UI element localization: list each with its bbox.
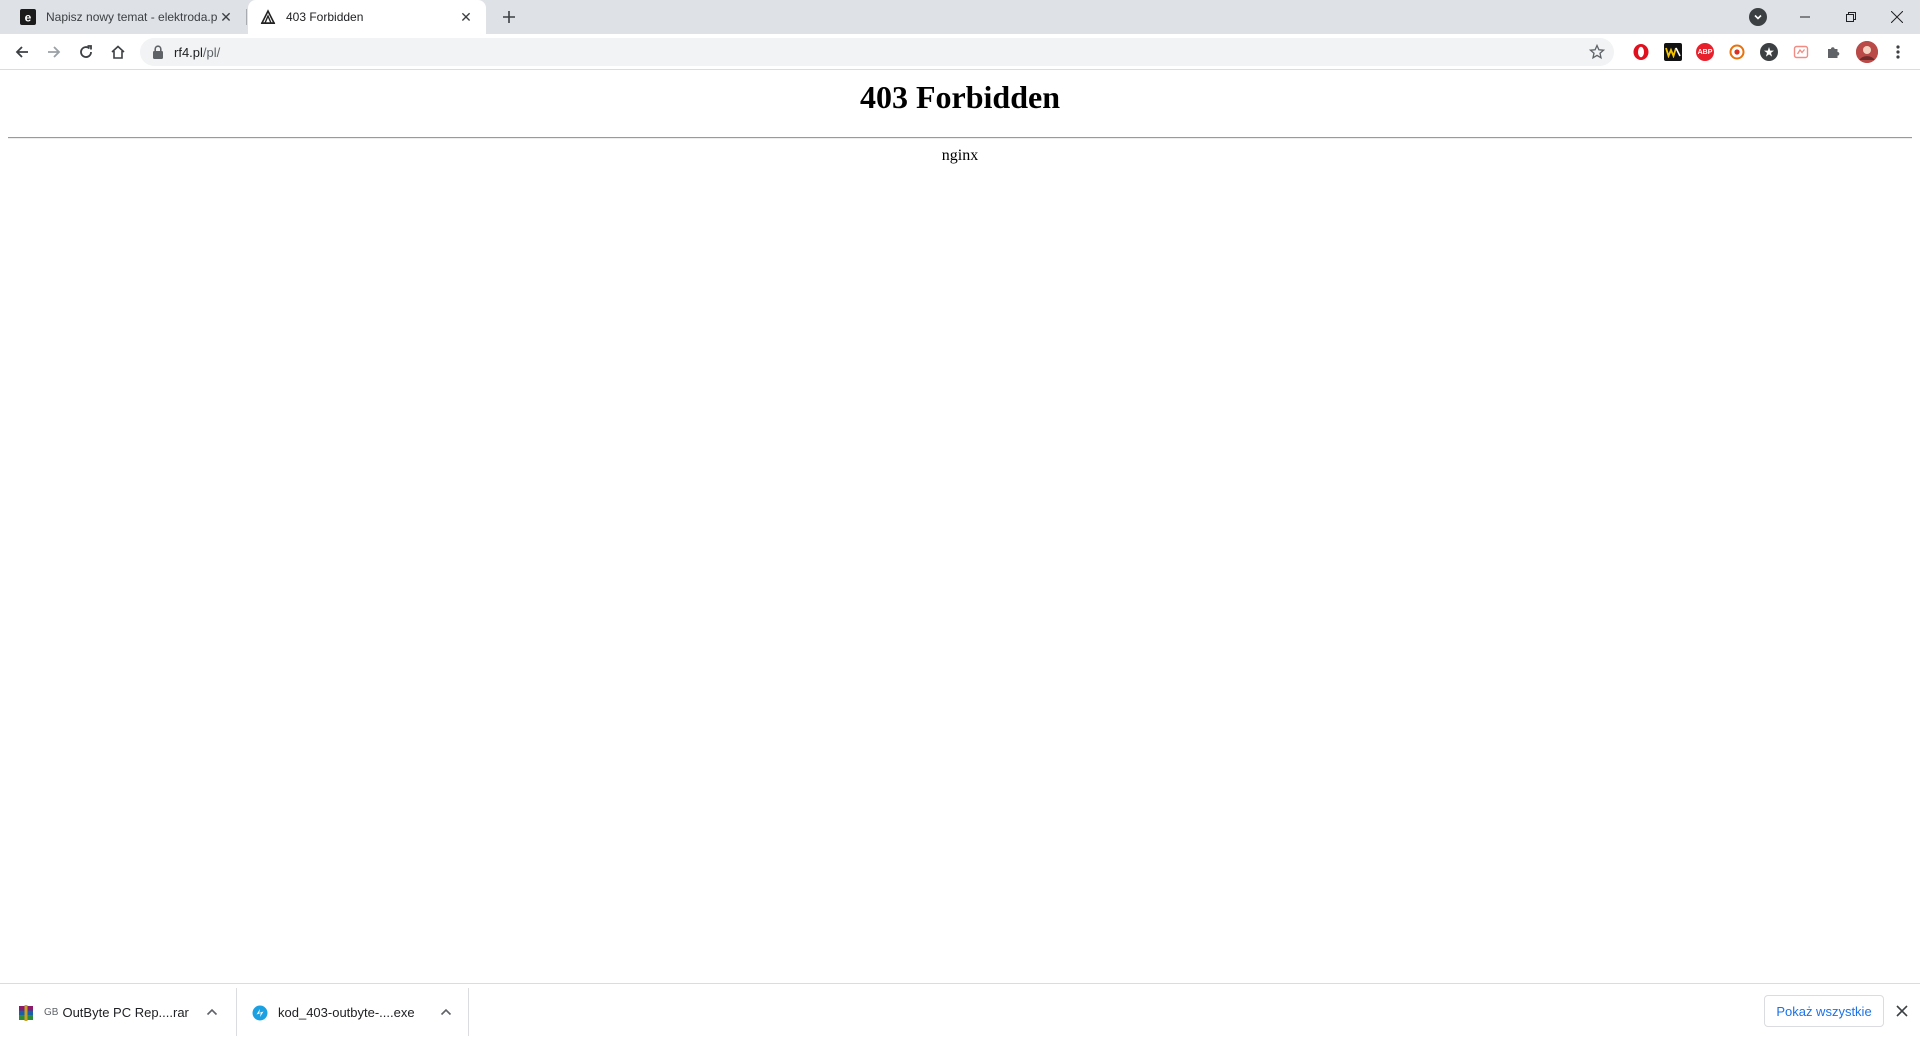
profile-avatar[interactable]: [1856, 41, 1878, 63]
tab-403-forbidden[interactable]: 403 Forbidden ✕: [248, 0, 486, 34]
tab-search-button[interactable]: [1749, 8, 1767, 26]
server-signature: nginx: [941, 147, 979, 164]
opera-icon[interactable]: [1632, 43, 1650, 61]
elektroda-favicon-icon: e: [20, 9, 36, 25]
close-shelf-button[interactable]: [1892, 1001, 1912, 1021]
back-button[interactable]: [8, 38, 36, 66]
reload-button[interactable]: [72, 38, 100, 66]
restore-icon: [1846, 12, 1856, 22]
download-filename: OutByte PC Rep....rar: [62, 1005, 189, 1020]
restore-button[interactable]: [1828, 0, 1874, 34]
url-domain: rf4.pl: [174, 44, 203, 60]
divider: [8, 137, 1912, 139]
chrome-menu-button[interactable]: [1884, 38, 1912, 66]
wykop-icon[interactable]: [1664, 43, 1682, 61]
tab-close-icon[interactable]: ✕: [218, 9, 234, 25]
tab-elektroda[interactable]: e Napisz nowy temat - elektroda.pl ✕: [8, 0, 246, 34]
chevron-up-icon[interactable]: [438, 1004, 454, 1020]
extension-icon-dark[interactable]: [1760, 43, 1778, 61]
download-separator: [468, 988, 469, 1036]
browser-toolbar: rf4.pl/pl/ ABP: [0, 34, 1920, 70]
url-path: /pl/: [202, 44, 221, 60]
address-bar[interactable]: rf4.pl/pl/: [140, 38, 1614, 66]
reload-icon: [80, 45, 92, 58]
tab-separator: [246, 9, 247, 25]
download-filename: kod_403-outbyte-....exe: [278, 1005, 415, 1020]
download-shelf: GB OutByte PC Rep....rar kod_403-outbyte…: [0, 983, 1920, 1040]
close-icon: [1891, 11, 1903, 23]
close-icon: [1896, 1005, 1908, 1017]
download-separator: [236, 988, 237, 1036]
tab-strip: e Napisz nowy temat - elektroda.pl ✕ 403…: [0, 0, 1920, 34]
svg-text:e: e: [25, 11, 32, 25]
show-all-downloads-button[interactable]: Pokaż wszystkie: [1764, 995, 1884, 1027]
home-icon: [111, 45, 125, 59]
arrow-right-icon: [48, 46, 61, 58]
minimize-icon: [1800, 16, 1810, 18]
plus-icon: [503, 11, 515, 23]
forward-button[interactable]: [40, 38, 68, 66]
outbyte-exe-icon: [252, 1005, 268, 1021]
winrar-icon: [18, 1004, 34, 1021]
tab-title: Napisz nowy temat - elektroda.pl: [46, 10, 218, 24]
tab-title: 403 Forbidden: [286, 10, 364, 24]
download-item-kod403-exe[interactable]: kod_403-outbyte-....exe: [252, 984, 462, 1040]
close-window-button[interactable]: [1874, 0, 1920, 34]
puzzle-icon[interactable]: [1824, 43, 1842, 61]
chevron-down-icon: [1754, 14, 1762, 20]
home-button[interactable]: [104, 38, 132, 66]
arrow-left-icon: [15, 46, 28, 58]
more-vert-icon: [1896, 45, 1900, 59]
url-text[interactable]: rf4.pl/pl/: [174, 45, 220, 60]
page-content: 403 Forbidden nginx: [0, 71, 1920, 983]
adblock-plus-icon[interactable]: ABP: [1696, 43, 1714, 61]
lock-icon[interactable]: [152, 45, 166, 59]
new-tab-button[interactable]: [497, 5, 521, 29]
rf4-favicon-icon: [260, 9, 276, 25]
minimize-button[interactable]: [1782, 0, 1828, 34]
extension-icon-red-outline[interactable]: [1792, 43, 1810, 61]
download-item-outbyte-rar[interactable]: GB OutByte PC Rep....rar: [18, 984, 228, 1040]
chevron-up-icon[interactable]: [204, 1004, 220, 1020]
page-heading: 403 Forbidden: [859, 79, 1061, 115]
tab-close-icon[interactable]: ✕: [458, 9, 474, 25]
extension-icon-orange[interactable]: [1728, 43, 1746, 61]
download-size-prefix: GB: [44, 1007, 59, 1018]
bookmark-star-icon[interactable]: [1588, 43, 1606, 61]
